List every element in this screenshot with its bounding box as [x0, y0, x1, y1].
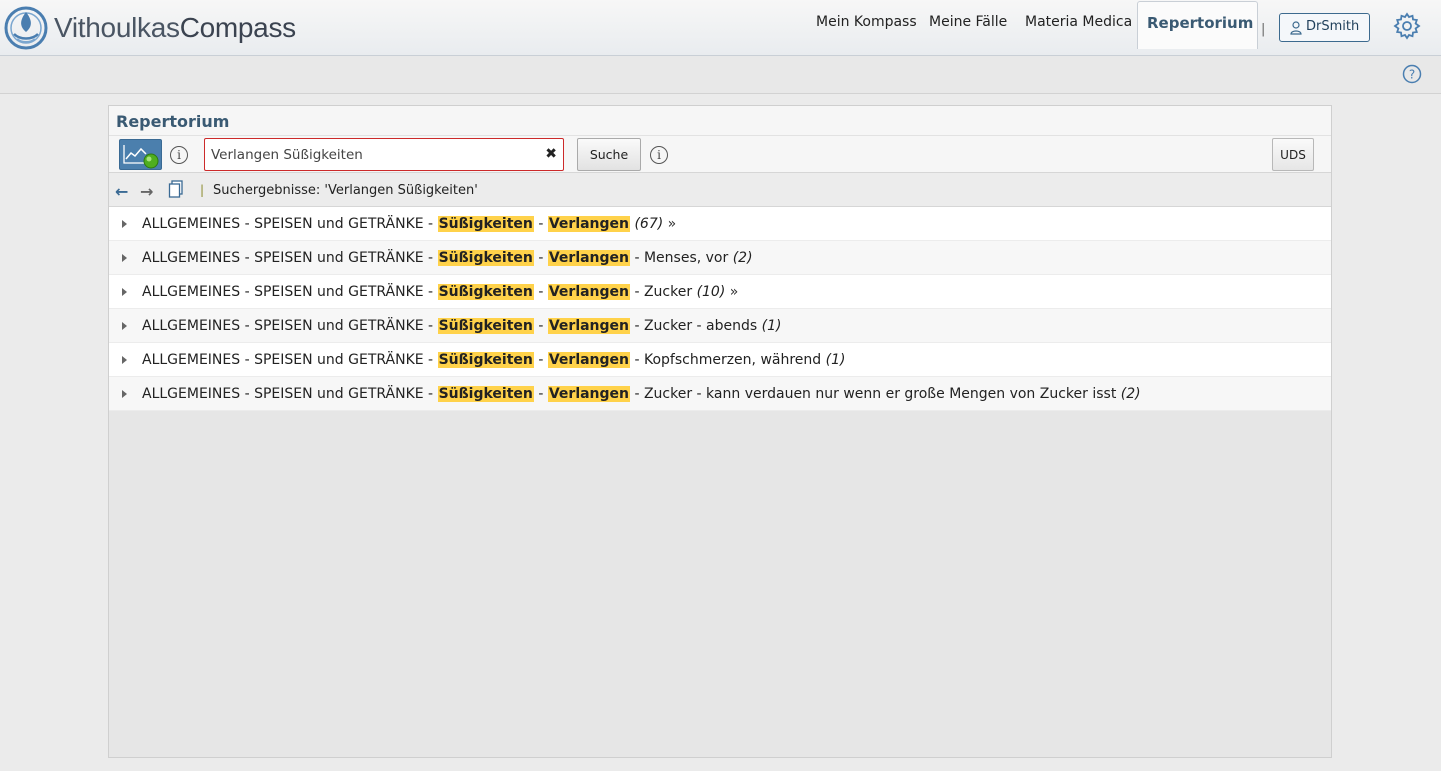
list-item[interactable]: ALLGEMEINES - SPEISEN und GETRÄNKE - Süß… — [109, 309, 1331, 343]
remedy-count: (1) — [825, 352, 846, 368]
app-logo-text: VithoulkasCompass — [54, 12, 296, 44]
expand-icon[interactable] — [122, 254, 127, 262]
svg-text:?: ? — [1409, 68, 1415, 82]
highlight-term: Verlangen — [547, 352, 631, 368]
logo-text-bold: Compass — [179, 12, 296, 43]
more-link[interactable]: » — [725, 284, 739, 300]
results-toolbar: ← → | Suchergebnisse: 'Verlangen Süßigke… — [109, 173, 1331, 207]
list-item[interactable]: ALLGEMEINES - SPEISEN und GETRÄNKE - Süß… — [109, 207, 1331, 241]
search-button[interactable]: Suche — [577, 138, 641, 171]
forward-arrow-icon[interactable]: → — [140, 182, 153, 201]
expand-icon[interactable] — [122, 220, 127, 228]
repertorium-panel: Repertorium i ✖ Suche i UDS ← → | Sucher… — [108, 105, 1332, 758]
chart-icon — [123, 145, 159, 169]
search-field-wrapper: ✖ — [204, 138, 564, 171]
sub-toolbar: ? — [0, 56, 1441, 94]
user-icon — [1290, 21, 1302, 35]
rubric-sep: - — [533, 284, 548, 300]
app-logo[interactable]: VithoulkasCompass — [2, 4, 296, 52]
rubric-sep: - — [533, 386, 548, 402]
highlight-term: Süßigkeiten — [437, 284, 534, 300]
search-input[interactable] — [211, 144, 541, 166]
rubric-sep: - — [533, 352, 548, 368]
list-item[interactable]: ALLGEMEINES - SPEISEN und GETRÄNKE - Süß… — [109, 377, 1331, 411]
expand-icon[interactable] — [122, 288, 127, 296]
results-label: Suchergebnisse: 'Verlangen Süßigkeiten' — [213, 183, 478, 198]
search-info-icon[interactable]: i — [650, 146, 668, 164]
list-item[interactable]: ALLGEMEINES - SPEISEN und GETRÄNKE - Süß… — [109, 241, 1331, 275]
expand-icon[interactable] — [122, 390, 127, 398]
remedy-count: (1) — [761, 318, 782, 334]
help-icon[interactable]: ? — [1402, 64, 1422, 84]
rubric-path: ALLGEMEINES - SPEISEN und GETRÄNKE - — [142, 216, 438, 232]
user-name: DrSmith — [1306, 19, 1360, 34]
nav-meine-faelle[interactable]: Meine Fälle — [929, 0, 1007, 48]
rubric-suffix: - Zucker - abends — [630, 318, 762, 334]
rubric-suffix: - Zucker - kann verdauen nur wenn er gro… — [630, 386, 1121, 402]
rubric-suffix: - Menses, vor — [630, 250, 733, 266]
results-separator: | — [200, 183, 205, 197]
nav-repertorium[interactable]: Repertorium — [1137, 1, 1258, 49]
more-link[interactable]: » — [663, 216, 677, 232]
rubric-path: ALLGEMEINES - SPEISEN und GETRÄNKE - — [142, 318, 438, 334]
remedy-count: (10) — [696, 284, 726, 300]
rubric-suffix: - Kopfschmerzen, während — [630, 352, 826, 368]
highlight-term: Süßigkeiten — [437, 318, 534, 334]
remedy-count: (67) — [634, 216, 664, 232]
chart-info-icon[interactable]: i — [170, 146, 188, 164]
rubric-path: ALLGEMEINES - SPEISEN und GETRÄNKE - — [142, 250, 438, 266]
uds-button[interactable]: UDS — [1272, 138, 1314, 171]
logo-text-light: Vithoulkas — [54, 12, 180, 43]
nav-separator: | — [1261, 22, 1266, 37]
highlight-term: Süßigkeiten — [437, 352, 534, 368]
highlight-term: Verlangen — [547, 284, 631, 300]
vithoulkas-compass-logo-icon — [4, 6, 48, 50]
back-arrow-icon[interactable]: ← — [115, 182, 128, 201]
list-item[interactable]: ALLGEMEINES - SPEISEN und GETRÄNKE - Süß… — [109, 343, 1331, 377]
analysis-chart-button[interactable] — [119, 139, 162, 170]
expand-icon[interactable] — [122, 356, 127, 364]
clear-search-icon[interactable]: ✖ — [545, 146, 557, 162]
rubric-sep: - — [533, 250, 548, 266]
rubric-suffix: - Zucker — [630, 284, 697, 300]
search-toolbar: i ✖ Suche i UDS — [109, 136, 1331, 173]
rubric-sep: - — [533, 318, 548, 334]
panel-title: Repertorium — [109, 106, 1331, 136]
rubric-path: ALLGEMEINES - SPEISEN und GETRÄNKE - — [142, 386, 438, 402]
expand-icon[interactable] — [122, 322, 127, 330]
highlight-term: Süßigkeiten — [437, 216, 534, 232]
list-item[interactable]: ALLGEMEINES - SPEISEN und GETRÄNKE - Süß… — [109, 275, 1331, 309]
highlight-term: Verlangen — [547, 318, 631, 334]
top-header: VithoulkasCompass Mein Kompass Meine Fäl… — [0, 0, 1441, 56]
rubric-path: ALLGEMEINES - SPEISEN und GETRÄNKE - — [142, 284, 438, 300]
user-button[interactable]: DrSmith — [1279, 13, 1371, 42]
highlight-term: Verlangen — [547, 250, 631, 266]
highlight-term: Verlangen — [547, 386, 631, 402]
results-list: ALLGEMEINES - SPEISEN und GETRÄNKE - Süß… — [109, 207, 1331, 411]
highlight-term: Süßigkeiten — [437, 386, 534, 402]
highlight-term: Süßigkeiten — [437, 250, 534, 266]
copy-icon[interactable] — [168, 180, 184, 198]
remedy-count: (2) — [732, 250, 753, 266]
rubric-sep: - — [533, 216, 548, 232]
gear-icon[interactable] — [1393, 12, 1421, 40]
remedy-count: (2) — [1120, 386, 1141, 402]
nav-materia-medica[interactable]: Materia Medica — [1025, 0, 1132, 48]
rubric-path: ALLGEMEINES - SPEISEN und GETRÄNKE - — [142, 352, 438, 368]
nav-mein-kompass[interactable]: Mein Kompass — [816, 0, 917, 48]
highlight-term: Verlangen — [547, 216, 631, 232]
